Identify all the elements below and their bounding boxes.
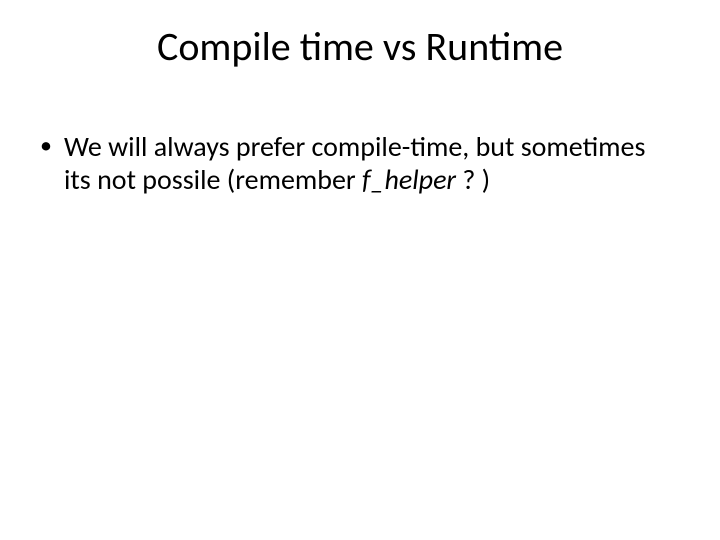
slide: Compile time vs Runtime We will always p… [0,0,720,540]
slide-title: Compile time vs Runtime [0,22,720,71]
text-segment: f_helper [362,162,456,197]
bullet-list: We will always prefer compile-time, but … [36,130,672,196]
list-item: We will always prefer compile-time, but … [36,130,672,196]
text-segment: ? ) [456,162,490,197]
text-segment: We will always prefer compile-time, but … [64,129,652,197]
slide-body: We will always prefer compile-time, but … [36,130,672,196]
bullet-text: We will always prefer compile-time, but … [64,129,652,197]
